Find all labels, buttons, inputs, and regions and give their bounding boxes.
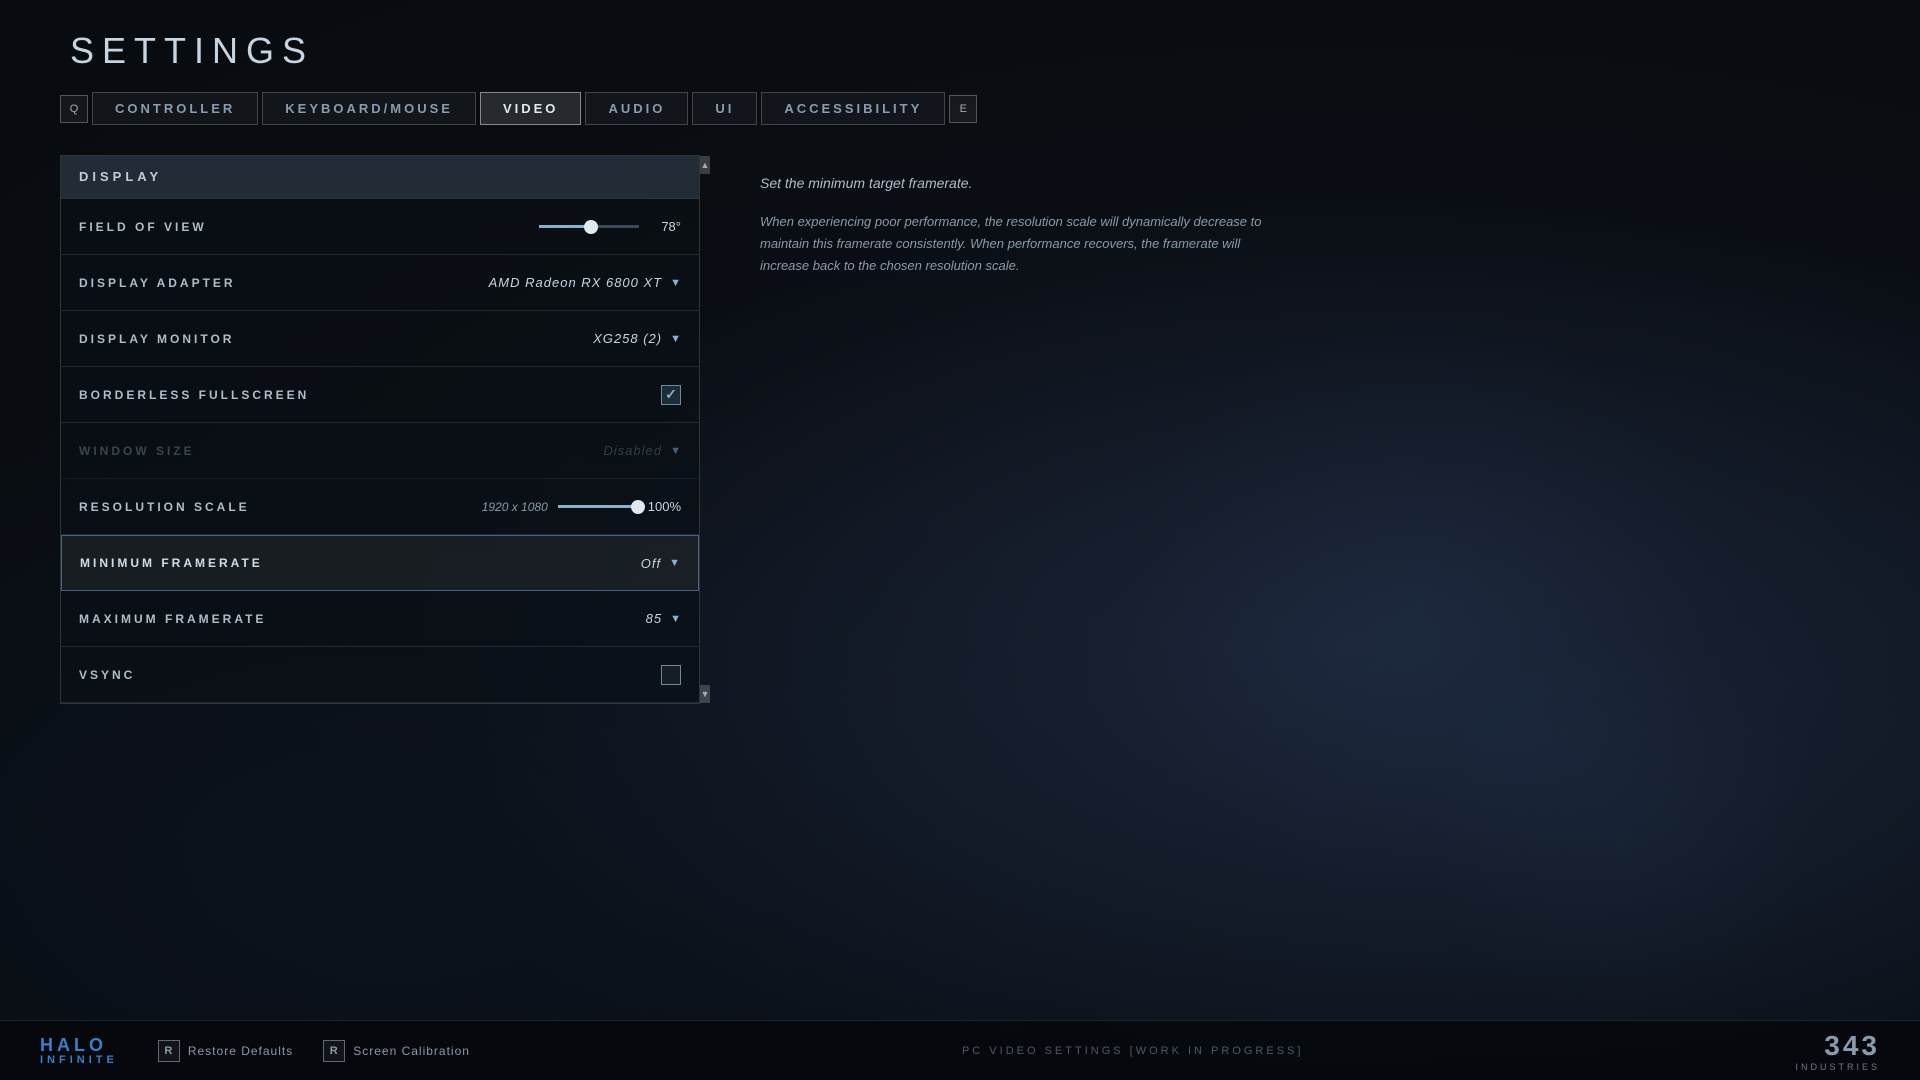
field-of-view-label: FIELD OF VIEW [79, 220, 207, 234]
field-of-view-row: FIELD OF VIEW 78° [61, 199, 699, 255]
borderless-fullscreen-row: BORDERLESS FULLSCREEN ✓ [61, 367, 699, 423]
vsync-label: VSYNC [79, 668, 135, 682]
maximum-framerate-arrow: ▼ [670, 613, 681, 625]
maximum-framerate-dropdown[interactable]: 85 ▼ [646, 611, 681, 626]
content-area: ▲ DISPLAY FIELD OF VIEW 78° DISPLA [60, 155, 1880, 704]
resolution-scale-label: RESOLUTION SCALE [79, 500, 250, 514]
display-label: DISPLAY [79, 169, 162, 184]
window-size-dropdown: Disabled ▼ [604, 443, 681, 458]
scroll-down-arrow[interactable]: ▼ [700, 685, 710, 703]
display-adapter-label: DISPLAY ADAPTER [79, 276, 236, 290]
vsync-checkbox[interactable] [661, 665, 681, 685]
window-size-arrow: ▼ [670, 445, 681, 457]
resolution-scale-row: RESOLUTION SCALE 1920 x 1080 100% [61, 479, 699, 535]
display-monitor-row: DISPLAY MONITOR XG258 (2) ▼ [61, 311, 699, 367]
minimum-framerate-label: MINIMUM FRAMERATE [80, 556, 263, 570]
description-panel: Set the minimum target framerate. When e… [740, 155, 1290, 704]
resolution-scale-slider[interactable]: 1920 x 1080 100% [482, 499, 681, 514]
restore-key-badge: R [158, 1040, 180, 1062]
right-tab-key: E [949, 95, 977, 123]
borderless-fullscreen-label: BORDERLESS FULLSCREEN [79, 388, 309, 402]
halo-title: HALO [40, 1036, 107, 1054]
display-adapter-arrow: ▼ [670, 277, 681, 289]
left-tab-key: Q [60, 95, 88, 123]
minimum-framerate-row[interactable]: MINIMUM FRAMERATE Off ▼ [61, 535, 699, 591]
field-of-view-value: 78° [651, 219, 681, 234]
window-size-value: Disabled [604, 443, 663, 458]
maximum-framerate-value: 85 [646, 611, 662, 626]
tab-ui[interactable]: UI [692, 92, 757, 125]
tab-video[interactable]: VIDEO [480, 92, 581, 125]
maximum-framerate-row: MAXIMUM FRAMERATE 85 ▼ [61, 591, 699, 647]
studio-number: 343 [1795, 1030, 1880, 1062]
display-monitor-arrow: ▼ [670, 333, 681, 345]
halo-logo: HALO INFINITE [40, 1036, 118, 1066]
halo-subtitle: INFINITE [40, 1054, 118, 1066]
window-size-label: WINDOW SIZE [79, 444, 195, 458]
restore-defaults-action[interactable]: R Restore Defaults [158, 1040, 293, 1062]
screen-calibration-action[interactable]: R Screen Calibration [323, 1040, 470, 1062]
calibration-key-badge: R [323, 1040, 345, 1062]
description-body: When experiencing poor performance, the … [760, 211, 1270, 277]
minimum-framerate-dropdown[interactable]: Off ▼ [641, 556, 680, 571]
minimum-framerate-arrow: ▼ [669, 557, 680, 569]
tab-audio[interactable]: AUDIO [585, 92, 688, 125]
display-monitor-value: XG258 (2) [593, 331, 662, 346]
display-adapter-dropdown[interactable]: AMD Radeon RX 6800 XT ▼ [489, 275, 681, 290]
tab-controller[interactable]: CONTROLLER [92, 92, 258, 125]
display-monitor-dropdown[interactable]: XG258 (2) ▼ [593, 331, 681, 346]
resolution-percent: 100% [648, 499, 681, 514]
studio-logo-wrapper: 343 INDUSTRIES [1795, 1030, 1880, 1072]
minimum-framerate-value: Off [641, 556, 661, 571]
display-section-header: DISPLAY [61, 156, 699, 199]
window-size-row: WINDOW SIZE Disabled ▼ [61, 423, 699, 479]
tab-accessibility[interactable]: ACCESSIBILITY [761, 92, 945, 125]
field-of-view-slider[interactable]: 78° [539, 219, 681, 234]
restore-defaults-label: Restore Defaults [188, 1044, 293, 1058]
page-title: SETTINGS [70, 30, 1880, 72]
borderless-fullscreen-checkbox[interactable]: ✓ [661, 385, 681, 405]
bottom-center-text: PC VIDEO SETTINGS [WORK IN PROGRESS] [470, 1045, 1796, 1057]
checkbox-check-icon: ✓ [665, 386, 677, 403]
description-title: Set the minimum target framerate. [760, 175, 1270, 191]
display-adapter-value: AMD Radeon RX 6800 XT [489, 275, 662, 290]
resolution-value: 1920 x 1080 [482, 500, 548, 514]
studio-sub-text: INDUSTRIES [1795, 1062, 1880, 1072]
vsync-row: VSYNC [61, 647, 699, 703]
maximum-framerate-label: MAXIMUM FRAMERATE [79, 612, 266, 626]
settings-panel: ▲ DISPLAY FIELD OF VIEW 78° DISPLA [60, 155, 700, 704]
display-adapter-row: DISPLAY ADAPTER AMD Radeon RX 6800 XT ▼ [61, 255, 699, 311]
bottom-bar: HALO INFINITE R Restore Defaults R Scree… [0, 1020, 1920, 1080]
tab-navigation: Q CONTROLLER KEYBOARD/MOUSE VIDEO AUDIO … [60, 92, 1880, 125]
bottom-actions: R Restore Defaults R Screen Calibration [158, 1040, 470, 1062]
tab-keyboard-mouse[interactable]: KEYBOARD/MOUSE [262, 92, 476, 125]
display-monitor-label: DISPLAY MONITOR [79, 332, 234, 346]
scroll-up-arrow[interactable]: ▲ [700, 156, 710, 174]
calibration-label: Screen Calibration [353, 1044, 470, 1058]
